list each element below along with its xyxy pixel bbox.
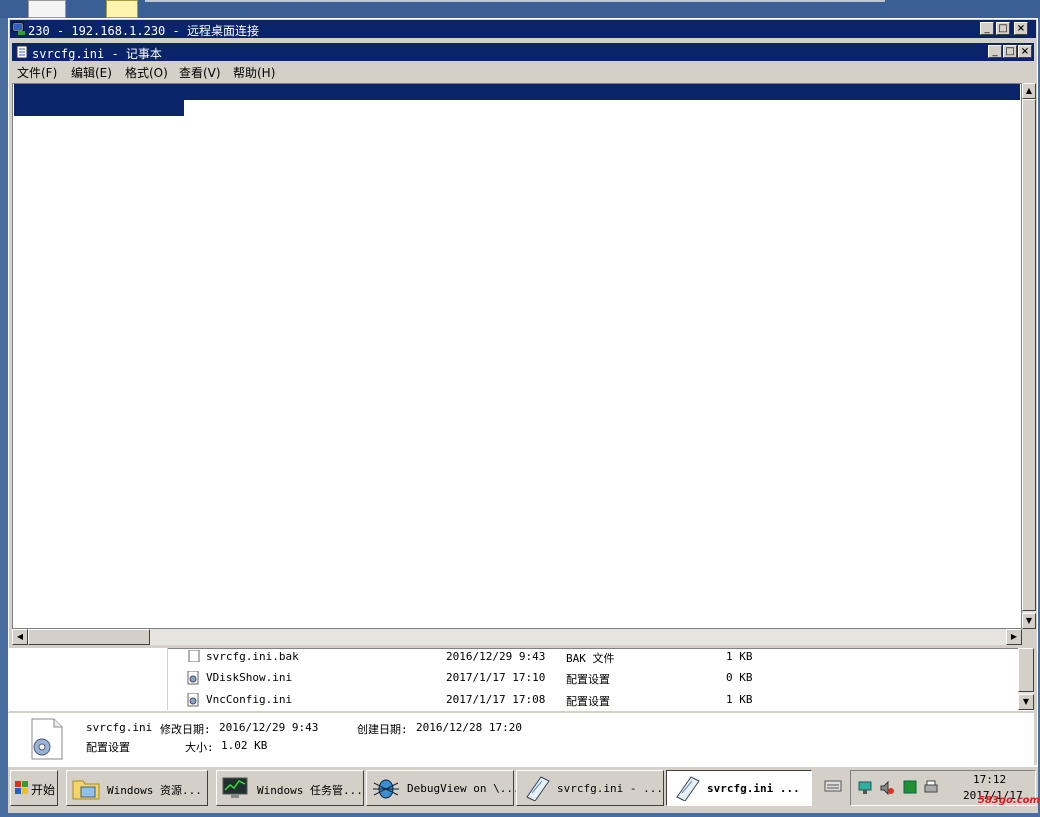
file-type: 配置设置 bbox=[566, 673, 610, 686]
notepad-text-area[interactable] bbox=[12, 83, 1022, 629]
file-date: 2016/12/29 9:43 bbox=[446, 650, 546, 663]
remote-desktop-title: 230 - 192.168.1.230 - 远程桌面连接 bbox=[28, 24, 259, 38]
file-size: 1 KB bbox=[726, 650, 753, 663]
scroll-down-arrow-icon[interactable]: ▼ bbox=[1022, 613, 1036, 629]
start-button[interactable]: 开始 bbox=[10, 770, 58, 806]
green-status-icon[interactable] bbox=[903, 780, 917, 794]
file-name: VncConfig.ini bbox=[206, 693, 293, 706]
settings-file-icon bbox=[187, 693, 199, 707]
file-size: 0 KB bbox=[726, 671, 753, 684]
file-date: 2017/1/17 17:08 bbox=[446, 693, 546, 706]
selected-text-line-2 bbox=[14, 100, 184, 116]
taskbar-button-task-manager[interactable]: Windows 任务管... bbox=[216, 770, 364, 806]
detail-size-label: 大小: bbox=[185, 741, 214, 754]
explorer-scroll-thumb[interactable] bbox=[1018, 648, 1034, 692]
taskbar-button-debugview[interactable]: DebugView on \... bbox=[366, 770, 520, 806]
detail-filename: svrcfg.ini bbox=[86, 721, 153, 734]
file-size: 1 KB bbox=[726, 693, 753, 706]
bug-icon bbox=[373, 779, 399, 799]
notepad-icon bbox=[676, 776, 700, 801]
notepad-minimize-button[interactable]: _ bbox=[988, 45, 1002, 58]
notepad-title: svrcfg.ini - 记事本 bbox=[32, 47, 162, 61]
menu-file[interactable]: 文件(F) bbox=[17, 64, 57, 81]
detail-size-value: 1.02 KB bbox=[221, 739, 268, 752]
scroll-right-arrow-icon[interactable]: ▶ bbox=[1006, 629, 1022, 645]
notepad-close-button[interactable]: × bbox=[1018, 45, 1032, 58]
file-date: 2017/1/17 17:10 bbox=[446, 671, 546, 684]
settings-file-icon bbox=[187, 671, 199, 685]
scrollbar-corner bbox=[1022, 629, 1036, 645]
notepad-icon bbox=[16, 45, 28, 59]
file-name: VDiskShow.ini bbox=[206, 671, 293, 684]
config-file-large-icon bbox=[31, 718, 63, 760]
selected-text-line-1 bbox=[14, 84, 1020, 100]
printer-icon[interactable] bbox=[923, 780, 939, 796]
rdp-minimize-button[interactable]: _ bbox=[980, 22, 994, 35]
taskbar-button-label: Windows 资源... bbox=[107, 784, 202, 797]
horizontal-scroll-thumb[interactable] bbox=[28, 629, 150, 645]
volume-muted-icon[interactable] bbox=[879, 780, 895, 796]
detail-modified-label: 修改日期: bbox=[160, 723, 211, 736]
explorer-details-pane: svrcfg.ini 修改日期: 2016/12/29 9:43 创建日期: 2… bbox=[8, 712, 1034, 765]
explorer-left-pane bbox=[8, 648, 168, 710]
notepad-menubar: 文件(F) 编辑(E) 格式(O) 查看(V) 帮助(H) bbox=[12, 61, 1034, 81]
taskbar: 开始 Windows 资源... Windows 任务管... DebugVie… bbox=[8, 765, 1038, 813]
folder-icon bbox=[72, 780, 100, 800]
explorer-vertical-scrollbar[interactable]: ▼ bbox=[1018, 648, 1034, 710]
network-icon[interactable] bbox=[857, 780, 873, 796]
detail-modified-value: 2016/12/29 9:43 bbox=[219, 721, 319, 734]
keyboard-icon[interactable] bbox=[824, 779, 842, 793]
notepad-titlebar[interactable]: svrcfg.ini - 记事本 _ □ × bbox=[12, 43, 1034, 61]
watermark-logo: 583go.com bbox=[978, 795, 1040, 806]
taskbar-button-notepad-2[interactable]: svrcfg.ini ... bbox=[666, 770, 812, 806]
desktop-background bbox=[0, 0, 1040, 18]
taskbar-button-explorer[interactable]: Windows 资源... bbox=[66, 770, 208, 806]
task-manager-icon bbox=[222, 777, 248, 798]
desktop-file-icon[interactable] bbox=[28, 0, 66, 18]
notepad-vertical-scrollbar[interactable]: ▲ ▼ bbox=[1022, 83, 1036, 629]
rdp-maximize-button[interactable]: □ bbox=[996, 22, 1010, 35]
file-name: svrcfg.ini.bak bbox=[206, 650, 299, 663]
detail-created-value: 2016/12/28 17:20 bbox=[416, 721, 522, 734]
notepad-horizontal-scrollbar[interactable]: ◀ ▶ bbox=[12, 629, 1022, 645]
rdp-close-button[interactable]: × bbox=[1014, 22, 1028, 35]
desktop-folder-icon[interactable] bbox=[106, 0, 138, 18]
detail-created-label: 创建日期: bbox=[357, 723, 408, 736]
explorer-scroll-down-icon[interactable]: ▼ bbox=[1018, 694, 1034, 710]
file-type: BAK 文件 bbox=[566, 652, 615, 665]
scroll-left-arrow-icon[interactable]: ◀ bbox=[12, 629, 28, 645]
taskbar-button-label: svrcfg.ini - ... bbox=[557, 782, 663, 795]
notepad-icon bbox=[526, 776, 550, 801]
clock-time[interactable]: 17:12 bbox=[973, 773, 1006, 786]
notepad-maximize-button[interactable]: □ bbox=[1003, 45, 1017, 58]
taskbar-button-notepad-1[interactable]: svrcfg.ini - ... bbox=[516, 770, 664, 806]
remote-desktop-icon bbox=[12, 22, 25, 35]
scroll-up-arrow-icon[interactable]: ▲ bbox=[1022, 83, 1036, 99]
menu-help[interactable]: 帮助(H) bbox=[233, 64, 275, 81]
taskbar-button-label: Windows 任务管... bbox=[257, 784, 363, 797]
taskbar-button-label: DebugView on \... bbox=[407, 782, 520, 795]
menu-view[interactable]: 查看(V) bbox=[179, 64, 221, 81]
vertical-scroll-thumb[interactable] bbox=[1022, 99, 1036, 611]
desktop-window-edge bbox=[145, 0, 885, 2]
menu-edit[interactable]: 编辑(E) bbox=[71, 64, 112, 81]
windows-logo-icon bbox=[15, 781, 28, 794]
start-label: 开始 bbox=[31, 783, 56, 797]
taskbar-button-label: svrcfg.ini ... bbox=[707, 782, 800, 795]
menu-format[interactable]: 格式(O) bbox=[125, 64, 168, 81]
file-icon bbox=[188, 650, 200, 662]
detail-type: 配置设置 bbox=[86, 741, 130, 754]
file-type: 配置设置 bbox=[566, 695, 610, 708]
remote-desktop-titlebar[interactable]: 230 - 192.168.1.230 - 远程桌面连接 _ □ × bbox=[10, 20, 1036, 38]
